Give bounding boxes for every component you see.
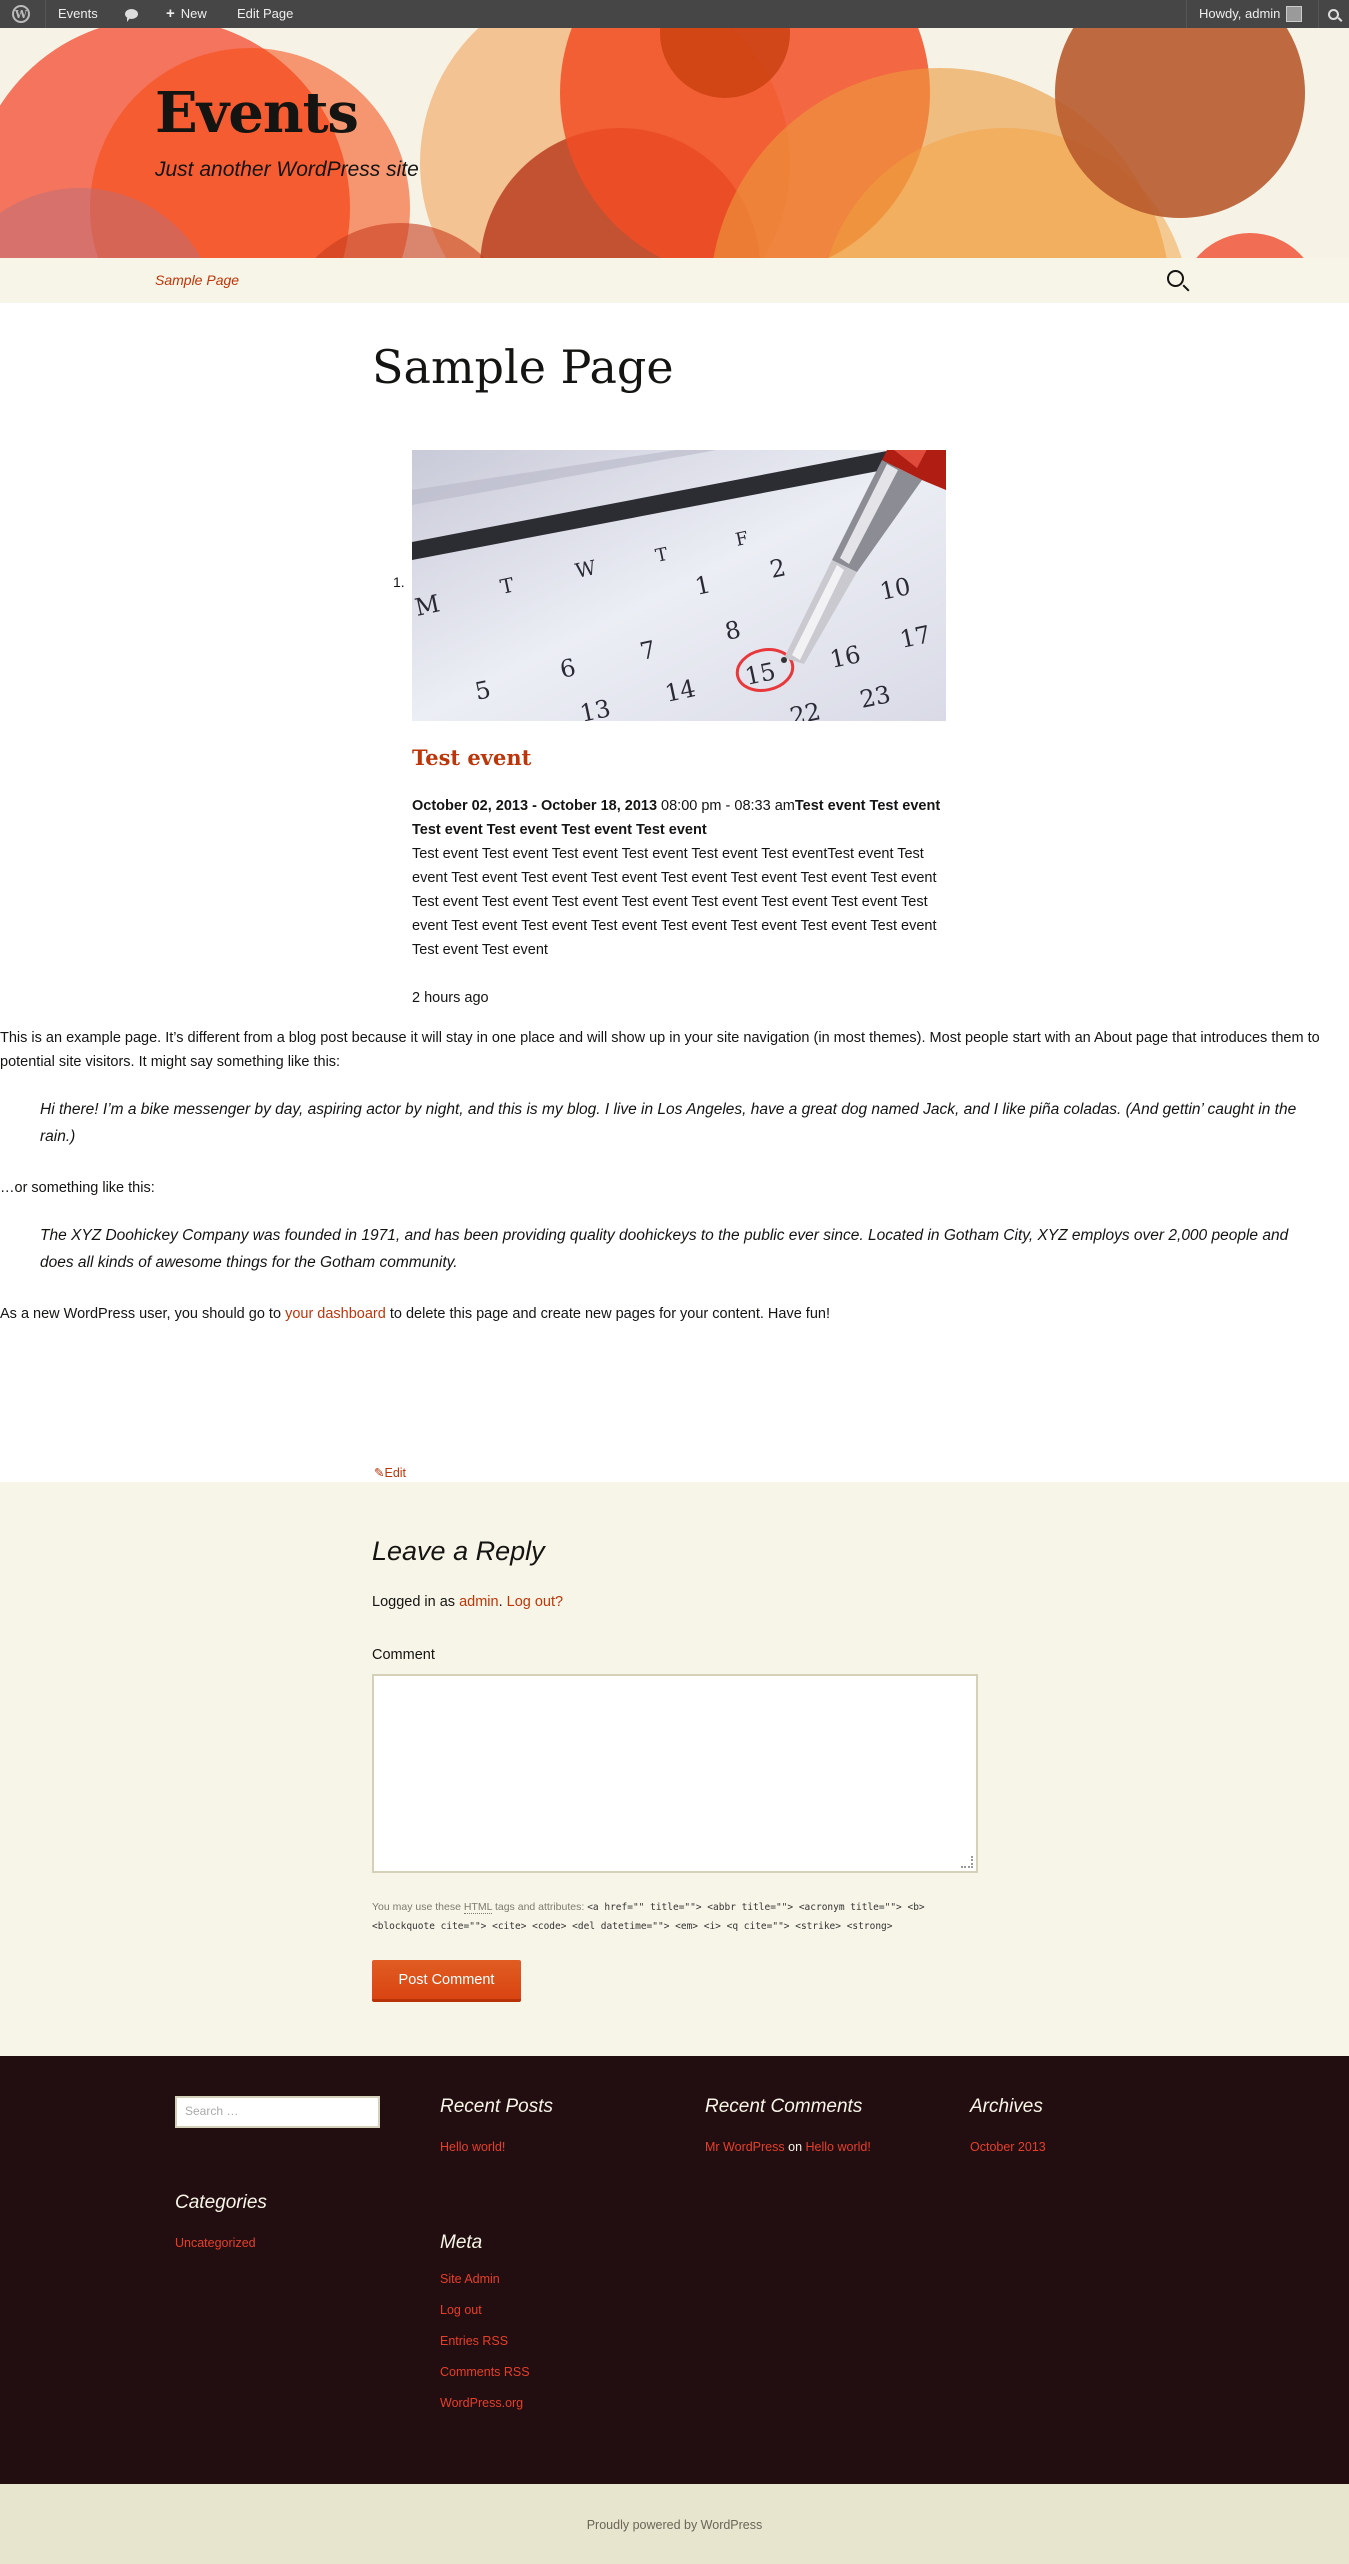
logged-in-prefix: Logged in as xyxy=(372,1594,460,1610)
event-image: M T W T F 1 2 6 7 8 5 13 14 16 17 22 23 … xyxy=(412,450,946,721)
leave-reply-title: Leave a Reply xyxy=(372,1536,545,1566)
blockquote-bike-messenger: Hi there! I’m a bike messenger by day, a… xyxy=(40,1101,1297,1145)
meta-link-wordpress-org[interactable]: WordPress.org xyxy=(440,2396,523,2410)
main-navigation: Sample Page xyxy=(0,258,1349,303)
logged-in-period: . xyxy=(498,1594,507,1610)
outro-text-after: to delete this page and create new pages… xyxy=(385,1306,830,1322)
recent-post-link[interactable]: Hello world! xyxy=(440,2140,505,2154)
category-link[interactable]: Uncategorized xyxy=(175,2236,256,2250)
pencil-icon: ✎ xyxy=(374,1466,385,1480)
site-name-label: Events xyxy=(58,6,98,21)
meta-link-comments-rss[interactable]: Comments RSS xyxy=(440,2365,530,2379)
blockquote-doohickey: The XYZ Doohickey Company was founded in… xyxy=(40,1227,1289,1271)
edit-page-label: Edit Page xyxy=(237,6,294,21)
event-description-line: Test event Test event Test event Test ev… xyxy=(412,894,928,910)
powered-by-link[interactable]: Proudly powered by WordPress xyxy=(0,2518,1349,2532)
or-something-text: …or something like this: xyxy=(0,1180,155,1196)
event-meta: October 02, 2013 - October 18, 2013 08:0… xyxy=(412,794,952,842)
page-title: Sample Page xyxy=(372,340,674,394)
wordpress-logo-icon: W xyxy=(12,5,30,23)
user-avatar xyxy=(1286,6,1303,22)
categories-title: Categories xyxy=(175,2192,267,2213)
event-times: 08:00 pm - 08:33 am xyxy=(661,798,795,814)
allowed-tags-code: <blockquote cite=""> <cite> <code> <del … xyxy=(372,1921,893,1932)
event-dates: October 02, 2013 - October 18, 2013 xyxy=(412,798,658,814)
meta-link-site-admin[interactable]: Site Admin xyxy=(440,2272,500,2286)
recent-comment-item: Mr WordPress on Hello world! xyxy=(705,2140,871,2154)
new-label: New xyxy=(180,6,207,21)
comment-post-link[interactable]: Hello world! xyxy=(806,2140,871,2154)
comment-bubble-icon xyxy=(125,9,138,22)
meta-title: Meta xyxy=(440,2232,483,2253)
list-item-number: 1. xyxy=(393,574,405,590)
search-icon xyxy=(1328,8,1339,20)
allowed-mid: tags and attributes: xyxy=(492,1901,588,1913)
logged-in-as: Logged in as admin. Log out? xyxy=(372,1594,563,1610)
event-description-line: Test event Test event xyxy=(412,942,548,958)
admin-bar-comments[interactable] xyxy=(125,0,138,28)
comment-label: Comment xyxy=(372,1647,435,1663)
plus-icon: + xyxy=(166,5,175,22)
allowed-tags-code: <a href="" title=""> <abbr title=""> <ac… xyxy=(587,1902,925,1913)
html-abbr: HTML xyxy=(463,1901,493,1914)
calendar-pen-illustration: M T W T F 1 2 6 7 8 5 13 14 16 17 22 23 … xyxy=(412,450,946,721)
nav-item-sample-page[interactable]: Sample Page xyxy=(155,272,239,288)
event-time-ago: 2 hours ago xyxy=(412,990,489,1006)
comment-textarea[interactable] xyxy=(372,1674,978,1873)
outro-paragraph: As a new WordPress user, you should go t… xyxy=(0,1302,1330,1326)
dashboard-link[interactable]: your dashboard xyxy=(285,1306,386,1322)
search-icon[interactable] xyxy=(1167,270,1184,287)
recent-posts-title: Recent Posts xyxy=(440,2096,553,2117)
edit-link[interactable]: ✎Edit xyxy=(374,1465,406,1480)
event-subtitle-a: Test event Test event xyxy=(794,798,941,814)
intro-paragraph: This is an example page. It’s different … xyxy=(0,1030,1320,1070)
footer-widgets: Search … Recent Posts Hello world! Recen… xyxy=(0,2056,1349,2484)
edit-label: Edit xyxy=(384,1466,407,1480)
event-title-link[interactable]: Test event xyxy=(412,745,531,770)
howdy-label: Howdy, admin xyxy=(1199,6,1281,21)
archives-title: Archives xyxy=(970,2096,1043,2117)
allowed-prefix: You may use these xyxy=(372,1901,464,1913)
admin-bar-divider xyxy=(1186,0,1187,28)
event-description: Test event Test event Test event Test ev… xyxy=(412,842,952,962)
admin-bar-my-account[interactable]: Howdy, admin xyxy=(1199,0,1303,28)
admin-bar-search[interactable] xyxy=(1328,0,1339,28)
admin-bar-divider xyxy=(45,0,46,28)
post-comment-button[interactable]: Post Comment xyxy=(372,1960,521,2002)
event-subtitle-b: Test event Test event Test event Test ev… xyxy=(412,822,707,838)
site-title[interactable]: Events xyxy=(155,80,359,146)
site-header: Events Just another WordPress site xyxy=(0,28,1349,258)
event-description-line: Test event Test event Test event Test ev… xyxy=(412,846,924,862)
comment-on-text: on xyxy=(788,2140,803,2154)
admin-bar-divider xyxy=(1318,0,1319,28)
outro-text-before: As a new WordPress user, you should go t… xyxy=(0,1306,286,1322)
site-info: Proudly powered by WordPress xyxy=(0,2484,1349,2564)
site-description: Just another WordPress site xyxy=(155,158,419,181)
comments-area: Leave a Reply Logged in as admin. Log ou… xyxy=(0,1482,1349,2056)
meta-link-entries-rss[interactable]: Entries RSS xyxy=(440,2334,508,2348)
admin-bar-new[interactable]: + New xyxy=(166,0,207,28)
recent-comments-title: Recent Comments xyxy=(705,2096,863,2117)
event-description-line: event Test event Test event Test event T… xyxy=(412,870,937,886)
comment-author-link[interactable]: Mr WordPress xyxy=(705,2140,785,2154)
admin-bar-site-name[interactable]: Events xyxy=(58,0,98,28)
meta-link-log-out[interactable]: Log out xyxy=(440,2303,482,2317)
logout-link[interactable]: Log out? xyxy=(507,1594,563,1610)
admin-bar: W Events + New Edit Page Howdy, admin xyxy=(0,0,1349,28)
admin-bar-edit-page[interactable]: Edit Page xyxy=(237,0,293,28)
wordpress-logo-menu[interactable]: W xyxy=(12,0,30,28)
event-description-line: event Test event Test event Test event T… xyxy=(412,918,937,934)
footer-search-input[interactable]: Search … xyxy=(175,2096,380,2128)
allowed-tags-note: You may use these HTML tags and attribut… xyxy=(372,1898,992,1936)
archive-link[interactable]: October 2013 xyxy=(970,2140,1046,2154)
profile-link[interactable]: admin xyxy=(459,1594,499,1610)
